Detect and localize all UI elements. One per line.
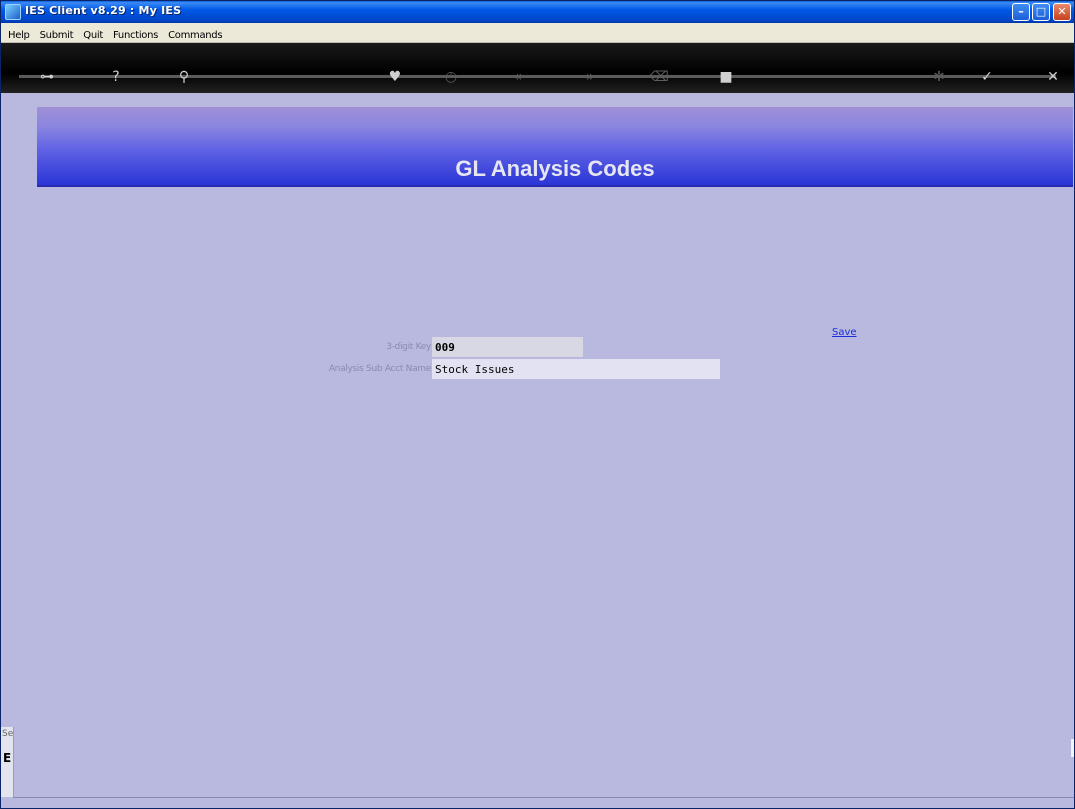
status-panel: Se E [1,727,14,797]
help-icon[interactable]: ? [104,65,128,89]
status-text-1: Se [2,729,14,739]
page-title: GL Analysis Codes [455,156,655,181]
check-icon[interactable]: ✓ [975,65,999,89]
scroll-stub [1071,739,1074,757]
name-label: Analysis Sub Acct Name [328,364,431,374]
settings-icon[interactable]: ✲ [927,65,951,89]
menu-bar: Help Submit Quit Functions Commands [1,23,1074,43]
divider [13,797,1074,798]
page-header-banner: GL Analysis Codes [37,107,1073,187]
maximize-button[interactable]: □ [1032,3,1050,21]
stop-icon[interactable]: ■ [714,65,738,89]
app-window: IES Client v8.29 : My IES – □ ✕ Help Subm… [0,0,1075,809]
forward-icon[interactable]: » [578,65,602,89]
status-text-2: E [3,751,12,765]
name-input[interactable] [432,359,720,379]
key-label: 3-digit Key [386,342,431,352]
heart-icon[interactable]: ♥ [383,65,407,89]
trash-icon[interactable]: ⌫ [647,65,671,89]
save-link[interactable]: Save [832,327,857,338]
cancel-icon[interactable]: ✕ [1041,65,1065,89]
rewind-icon[interactable]: « [506,65,530,89]
window-title: IES Client v8.29 : My IES [25,4,182,17]
search-icon[interactable]: ⚲ [172,65,196,89]
close-button[interactable]: ✕ [1053,3,1071,21]
key-icon[interactable]: ⊶ [35,65,59,89]
app-icon [5,4,21,20]
minimize-button[interactable]: – [1012,3,1030,21]
toolbar: ⊶ ? ⚲ ♥ ◷ « » ⌫ ■ ✲ ✓ ✕ [1,43,1074,93]
title-bar[interactable]: IES Client v8.29 : My IES – □ ✕ [1,1,1074,23]
clock-icon[interactable]: ◷ [439,65,463,89]
key-input[interactable] [432,337,583,357]
